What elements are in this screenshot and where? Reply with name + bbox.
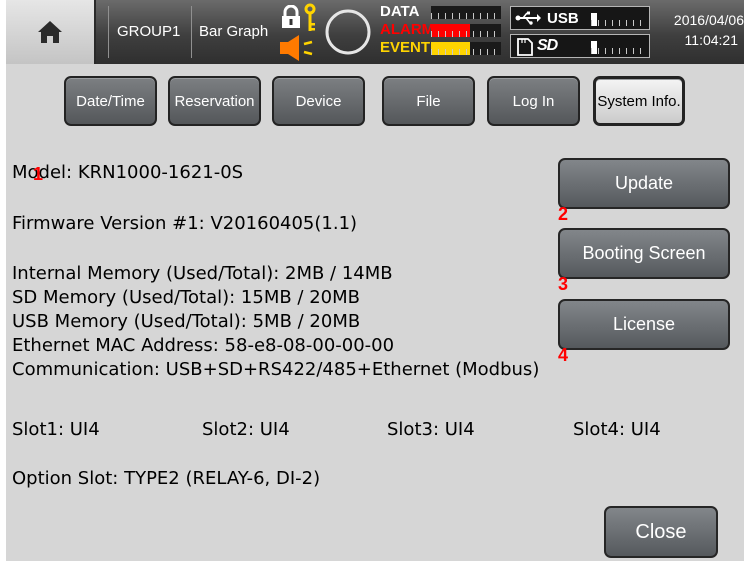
sd-card-icon xyxy=(517,38,533,56)
home-button[interactable] xyxy=(6,0,96,64)
sd-gauge xyxy=(591,41,647,54)
sd-memory-text: SD Memory (Used/Total): 15MB / 20MB xyxy=(12,287,360,308)
slot3-text: Slot3: UI4 xyxy=(387,419,475,440)
screen: GROUP1 Bar Graph DATA ALARM EVENT USB SD… xyxy=(6,0,744,561)
option-slot-text: Option Slot: TYPE2 (RELAY-6, DI-2) xyxy=(12,468,321,489)
lock-icon xyxy=(282,5,300,28)
slot2-text: Slot2: UI4 xyxy=(202,419,290,440)
sd-status: SD xyxy=(510,34,650,58)
internal-memory-text: Internal Memory (Used/Total): 2MB / 14MB xyxy=(12,263,393,284)
usb-label: USB xyxy=(547,10,579,27)
key-icon xyxy=(304,3,316,31)
close-button[interactable]: Close xyxy=(604,506,718,558)
home-icon xyxy=(38,21,62,43)
alarm-gauge xyxy=(431,24,501,37)
license-button[interactable]: License xyxy=(558,299,730,350)
group-label[interactable]: GROUP1 xyxy=(117,23,180,40)
tab-log-in[interactable]: Log In xyxy=(487,76,580,126)
slot1-text: Slot1: UI4 xyxy=(12,419,100,440)
recording-status-icon xyxy=(325,9,371,55)
data-gauge xyxy=(431,6,501,19)
date-label: 2016/04/06 xyxy=(673,12,744,28)
firmware-text: Firmware Version #1: V20160405(1.1) xyxy=(12,213,358,234)
tab-device[interactable]: Device xyxy=(272,76,365,126)
marker-4: 4 xyxy=(558,345,569,365)
update-button[interactable]: Update xyxy=(558,158,730,209)
communication-text: Communication: USB+SD+RS422/485+Ethernet… xyxy=(12,359,540,380)
divider xyxy=(191,6,192,58)
usb-status: USB xyxy=(510,6,650,30)
marker-3: 3 xyxy=(558,274,569,294)
divider xyxy=(108,6,109,58)
mac-address-text: Ethernet MAC Address: 58-e8-08-00-00-00 xyxy=(12,335,395,356)
marker-2: 2 xyxy=(558,204,569,224)
tab-file[interactable]: File xyxy=(382,76,475,126)
view-label[interactable]: Bar Graph xyxy=(199,23,268,40)
time-label: 11:04:21 xyxy=(684,32,738,48)
status-bar: GROUP1 Bar Graph DATA ALARM EVENT USB SD… xyxy=(6,0,744,64)
speaker-icon xyxy=(280,35,313,61)
alarm-indicator-label: ALARM xyxy=(380,21,435,38)
usb-gauge xyxy=(591,13,647,26)
model-text: Model: KRN1000-1621-0S xyxy=(12,162,244,183)
marker-1: 1 xyxy=(33,164,44,184)
event-indicator-label: EVENT xyxy=(380,39,431,56)
tab-reservation[interactable]: Reservation xyxy=(168,76,261,126)
sd-logo: SD xyxy=(537,37,558,54)
tab-system-info[interactable]: System Info. xyxy=(593,76,685,126)
usb-memory-text: USB Memory (Used/Total): 5MB / 20MB xyxy=(12,311,361,332)
data-indicator-label: DATA xyxy=(380,3,420,20)
booting-screen-button[interactable]: Booting Screen xyxy=(558,228,730,279)
usb-icon xyxy=(515,11,541,25)
slot4-text: Slot4: UI4 xyxy=(573,419,661,440)
tab-date-time[interactable]: Date/Time xyxy=(64,76,157,126)
event-gauge xyxy=(431,42,501,55)
